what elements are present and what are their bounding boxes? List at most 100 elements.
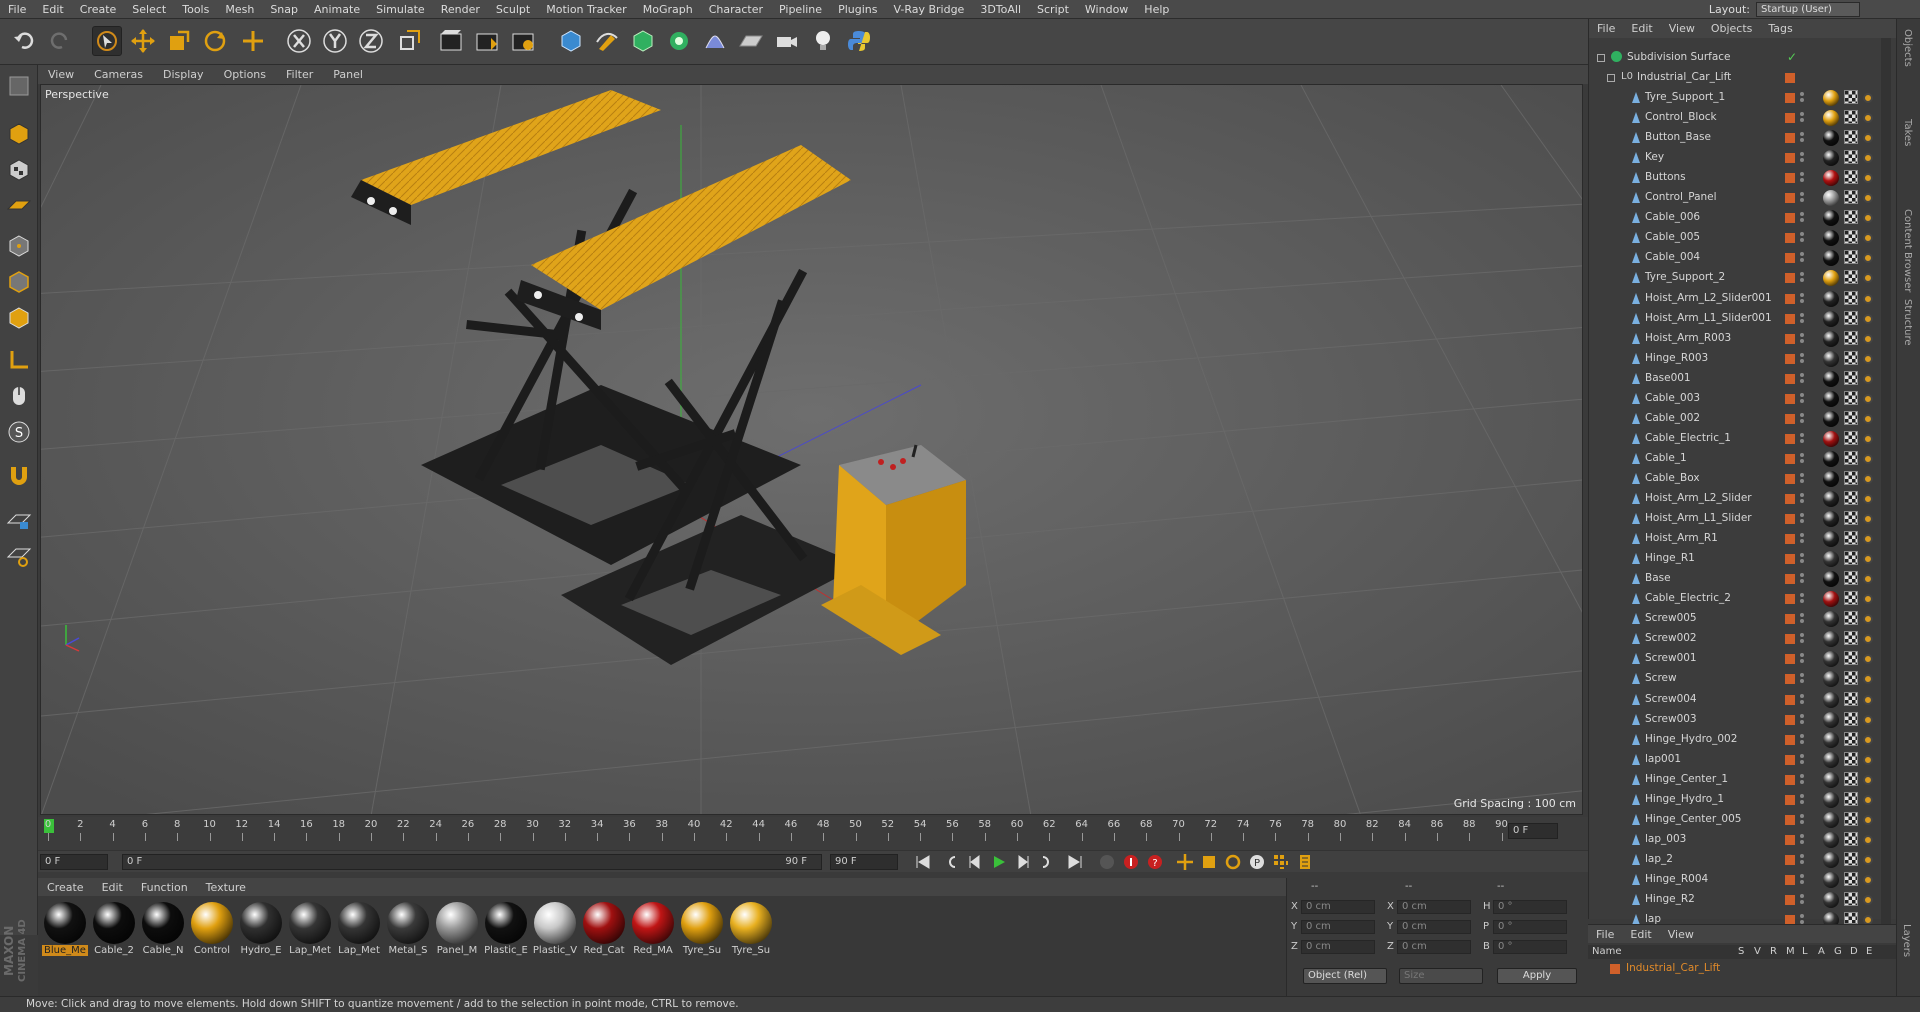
texture-tag-icon[interactable] <box>1844 651 1858 666</box>
object-row[interactable]: Tyre_Support_1 <box>1589 88 1897 108</box>
material-tag-icon[interactable] <box>1823 450 1839 467</box>
visibility-dots-icon[interactable] <box>1800 292 1804 297</box>
material-tag-icon[interactable] <box>1823 631 1839 648</box>
material-swatch[interactable]: Control <box>189 902 235 960</box>
layer-color-swatch[interactable] <box>1785 854 1795 865</box>
object-row[interactable]: Hinge_R2 <box>1589 890 1897 910</box>
menu-simulate[interactable]: Simulate <box>368 0 433 19</box>
material-tag-icon[interactable] <box>1823 711 1839 728</box>
visibility-dots-icon[interactable] <box>1800 713 1804 718</box>
material-tag-icon[interactable] <box>1823 731 1839 748</box>
material-swatch[interactable]: Plastic_V <box>532 902 578 960</box>
frame-range-slider[interactable]: 0 F 90 F <box>122 854 822 870</box>
material-tag-icon[interactable] <box>1823 851 1839 868</box>
material-swatch[interactable]: Red_Cat <box>581 902 627 960</box>
visibility-dots-icon[interactable] <box>1800 272 1804 277</box>
phong-tag-icon[interactable] <box>1863 534 1873 545</box>
material-swatch[interactable]: Hydro_E <box>238 902 284 960</box>
phong-tag-icon[interactable] <box>1863 93 1873 103</box>
layer-color-swatch[interactable] <box>1785 534 1795 545</box>
phong-tag-icon[interactable] <box>1863 173 1873 184</box>
viewport-menu-view[interactable]: View <box>38 68 84 81</box>
layer-color-swatch[interactable] <box>1785 273 1795 284</box>
object-row[interactable]: Tyre_Support_2 <box>1589 268 1897 288</box>
texture-tag-icon[interactable] <box>1844 130 1858 145</box>
phong-tag-icon[interactable] <box>1863 473 1873 484</box>
menu-character[interactable]: Character <box>701 0 771 19</box>
menu-sculpt[interactable]: Sculpt <box>488 0 538 19</box>
phong-tag-icon[interactable] <box>1863 654 1873 665</box>
visibility-dots-icon[interactable] <box>1800 773 1804 778</box>
phong-tag-icon[interactable] <box>1863 233 1873 244</box>
material-menu-function[interactable]: Function <box>132 881 197 894</box>
layer-flag-column[interactable]: E <box>1866 946 1872 957</box>
phong-tag-icon[interactable] <box>1863 213 1873 224</box>
object-row[interactable]: Hinge_R003 <box>1589 349 1897 369</box>
previous-key-button[interactable] <box>940 852 962 872</box>
layer-color-swatch[interactable] <box>1785 654 1795 665</box>
layer-flag-column[interactable]: A <box>1818 946 1825 957</box>
previous-frame-button[interactable] <box>964 852 986 872</box>
phong-tag-icon[interactable] <box>1863 353 1873 364</box>
texture-tag-icon[interactable] <box>1844 90 1858 104</box>
texture-tag-icon[interactable] <box>1844 711 1858 726</box>
texture-tag-icon[interactable] <box>1844 230 1858 245</box>
go-to-end-button[interactable] <box>1064 852 1086 872</box>
material-tag-icon[interactable] <box>1823 110 1839 127</box>
phong-tag-icon[interactable] <box>1863 433 1873 444</box>
undo-button[interactable] <box>10 26 40 56</box>
material-swatch[interactable]: Cable_N <box>140 902 186 960</box>
menu-mesh[interactable]: Mesh <box>217 0 262 19</box>
coord-value-field[interactable]: 0 ° <box>1493 940 1567 954</box>
layer-flag-column[interactable]: D <box>1850 946 1858 957</box>
layer-color-swatch[interactable] <box>1785 614 1795 625</box>
object-row[interactable]: Cable_005 <box>1589 228 1897 248</box>
material-swatch[interactable]: Lap_Met <box>336 902 382 960</box>
object-row[interactable]: Cable_002 <box>1589 409 1897 429</box>
menu-help[interactable]: Help <box>1136 0 1177 19</box>
material-tag-icon[interactable] <box>1823 892 1839 908</box>
phong-tag-icon[interactable] <box>1863 193 1873 204</box>
texture-tag-icon[interactable] <box>1844 611 1858 626</box>
visibility-dots-icon[interactable] <box>1800 513 1804 518</box>
texture-tag-icon[interactable] <box>1844 671 1858 686</box>
key-position-button[interactable] <box>1174 852 1196 872</box>
material-tag-icon[interactable] <box>1823 270 1839 287</box>
visibility-dots-icon[interactable] <box>1800 172 1804 177</box>
layer-menu-edit[interactable]: Edit <box>1622 928 1659 941</box>
phong-tag-icon[interactable] <box>1863 614 1873 625</box>
key-rotation-button[interactable] <box>1222 852 1244 872</box>
phong-tag-icon[interactable] <box>1863 333 1873 344</box>
end-frame-field[interactable]: 90 F <box>830 854 898 870</box>
render-settings-button[interactable] <box>508 26 538 56</box>
object-row[interactable]: Cable_Electric_1 <box>1589 429 1897 449</box>
coord-value-field[interactable]: 0 cm <box>1301 940 1375 954</box>
layer-color-swatch[interactable] <box>1785 373 1795 384</box>
apply-button[interactable]: Apply <box>1497 968 1577 984</box>
phong-tag-icon[interactable] <box>1863 113 1873 124</box>
snap-mode-button[interactable]: S <box>4 417 34 447</box>
pen-spline-button[interactable] <box>592 26 622 56</box>
menu-file[interactable]: File <box>0 0 34 19</box>
visibility-dots-icon[interactable] <box>1800 332 1804 337</box>
visibility-dots-icon[interactable] <box>1800 593 1804 598</box>
layer-color-swatch[interactable] <box>1785 794 1795 805</box>
object-row[interactable]: Hoist_Arm_L2_Slider <box>1589 489 1897 509</box>
menu-pipeline[interactable]: Pipeline <box>771 0 830 19</box>
object-menu-objects[interactable]: Objects <box>1703 22 1761 35</box>
texture-tag-icon[interactable] <box>1844 531 1858 546</box>
texture-tag-icon[interactable] <box>1844 430 1858 445</box>
object-row[interactable]: lap_003 <box>1589 830 1897 850</box>
material-tag-icon[interactable] <box>1823 551 1839 568</box>
visibility-dots-icon[interactable] <box>1800 633 1804 638</box>
layer-color-swatch[interactable] <box>1785 694 1795 705</box>
phong-tag-icon[interactable] <box>1863 834 1873 845</box>
material-tag-icon[interactable] <box>1823 531 1839 548</box>
object-row[interactable]: Screw001 <box>1589 649 1897 669</box>
phong-tag-icon[interactable] <box>1863 694 1873 705</box>
material-tag-icon[interactable] <box>1823 871 1839 888</box>
texture-tag-icon[interactable] <box>1844 250 1858 265</box>
layer-color-swatch[interactable] <box>1785 634 1795 645</box>
material-tag-icon[interactable] <box>1823 831 1839 848</box>
python-button[interactable] <box>844 26 874 56</box>
